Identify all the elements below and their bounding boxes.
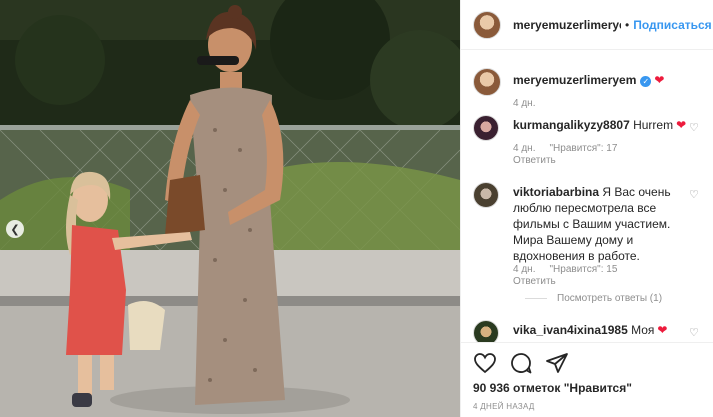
- comment-text: kurmangalikyzy8807 Hurrem ❤: [513, 118, 687, 132]
- post-header: meryemuzerlimeryem • Подписаться: [461, 0, 713, 50]
- separator-dot: •: [625, 17, 630, 32]
- view-replies-button[interactable]: Посмотреть ответы (1): [525, 293, 662, 304]
- divider: [525, 297, 547, 299]
- post-timestamp[interactable]: 4 ДНЕЙ НАЗАД: [473, 402, 535, 411]
- avatar[interactable]: [473, 182, 499, 208]
- caption-time: 4 дн.: [513, 98, 536, 109]
- comment-username[interactable]: kurmangalikyzy8807: [513, 118, 630, 132]
- comment-text: vika_ivan4ixina1985 Моя ❤: [513, 323, 668, 337]
- comment-likes[interactable]: "Нравится": 15: [549, 264, 617, 275]
- caption-text: meryemuzerlimeryem ✓ ❤: [513, 72, 693, 88]
- comment-username[interactable]: vika_ivan4ixina1985: [513, 323, 628, 337]
- chevron-left-icon[interactable]: ❮: [6, 220, 24, 238]
- red-heart-emoji: ❤: [657, 323, 668, 337]
- share-icon[interactable]: [545, 351, 569, 375]
- post-photo[interactable]: ❮: [0, 0, 460, 417]
- avatar[interactable]: [473, 10, 501, 39]
- follow-button[interactable]: Подписаться: [633, 18, 711, 32]
- like-heart-icon[interactable]: ♡: [689, 122, 699, 133]
- comment-meta: 4 дн. "Нравится": 15: [513, 264, 618, 275]
- post-actions: 90 936 отметок "Нравится" 4 ДНЕЙ НАЗАД: [461, 342, 713, 417]
- comment-meta: 4 дн. "Нравится": 17: [513, 143, 618, 154]
- comment-username[interactable]: viktoriabarbina: [513, 185, 599, 199]
- avatar[interactable]: [473, 115, 499, 141]
- comments-list[interactable]: meryemuzerlimeryem ✓ ❤ 4 дн. kurmangalikyz…: [461, 50, 713, 342]
- post-sidebar: meryemuzerlimeryem • Подписаться meryemu…: [460, 0, 713, 417]
- reply-button[interactable]: Ответить: [513, 155, 556, 166]
- red-heart-emoji: ❤: [654, 73, 665, 87]
- caption-username[interactable]: meryemuzerlimeryem: [513, 73, 636, 87]
- reply-button[interactable]: Ответить: [513, 276, 556, 287]
- header-username[interactable]: meryemuzerlimeryem: [513, 18, 621, 32]
- action-icons: [473, 351, 569, 375]
- verified-badge-icon: ✓: [640, 76, 652, 87]
- like-heart-icon[interactable]: ♡: [689, 189, 699, 200]
- red-heart-emoji: ❤: [676, 118, 687, 132]
- like-heart-icon[interactable]: ♡: [689, 327, 699, 338]
- comment-icon[interactable]: [509, 351, 533, 375]
- likes-count[interactable]: 90 936 отметок "Нравится": [473, 381, 632, 395]
- comment-likes[interactable]: "Нравится": 17: [549, 143, 617, 154]
- avatar[interactable]: [473, 68, 501, 96]
- avatar[interactable]: [473, 320, 499, 342]
- photo-illustration: [0, 0, 460, 417]
- comment-text: viktoriabarbina Я Вас очень люблю пересм…: [513, 185, 671, 263]
- heart-icon[interactable]: [473, 351, 497, 375]
